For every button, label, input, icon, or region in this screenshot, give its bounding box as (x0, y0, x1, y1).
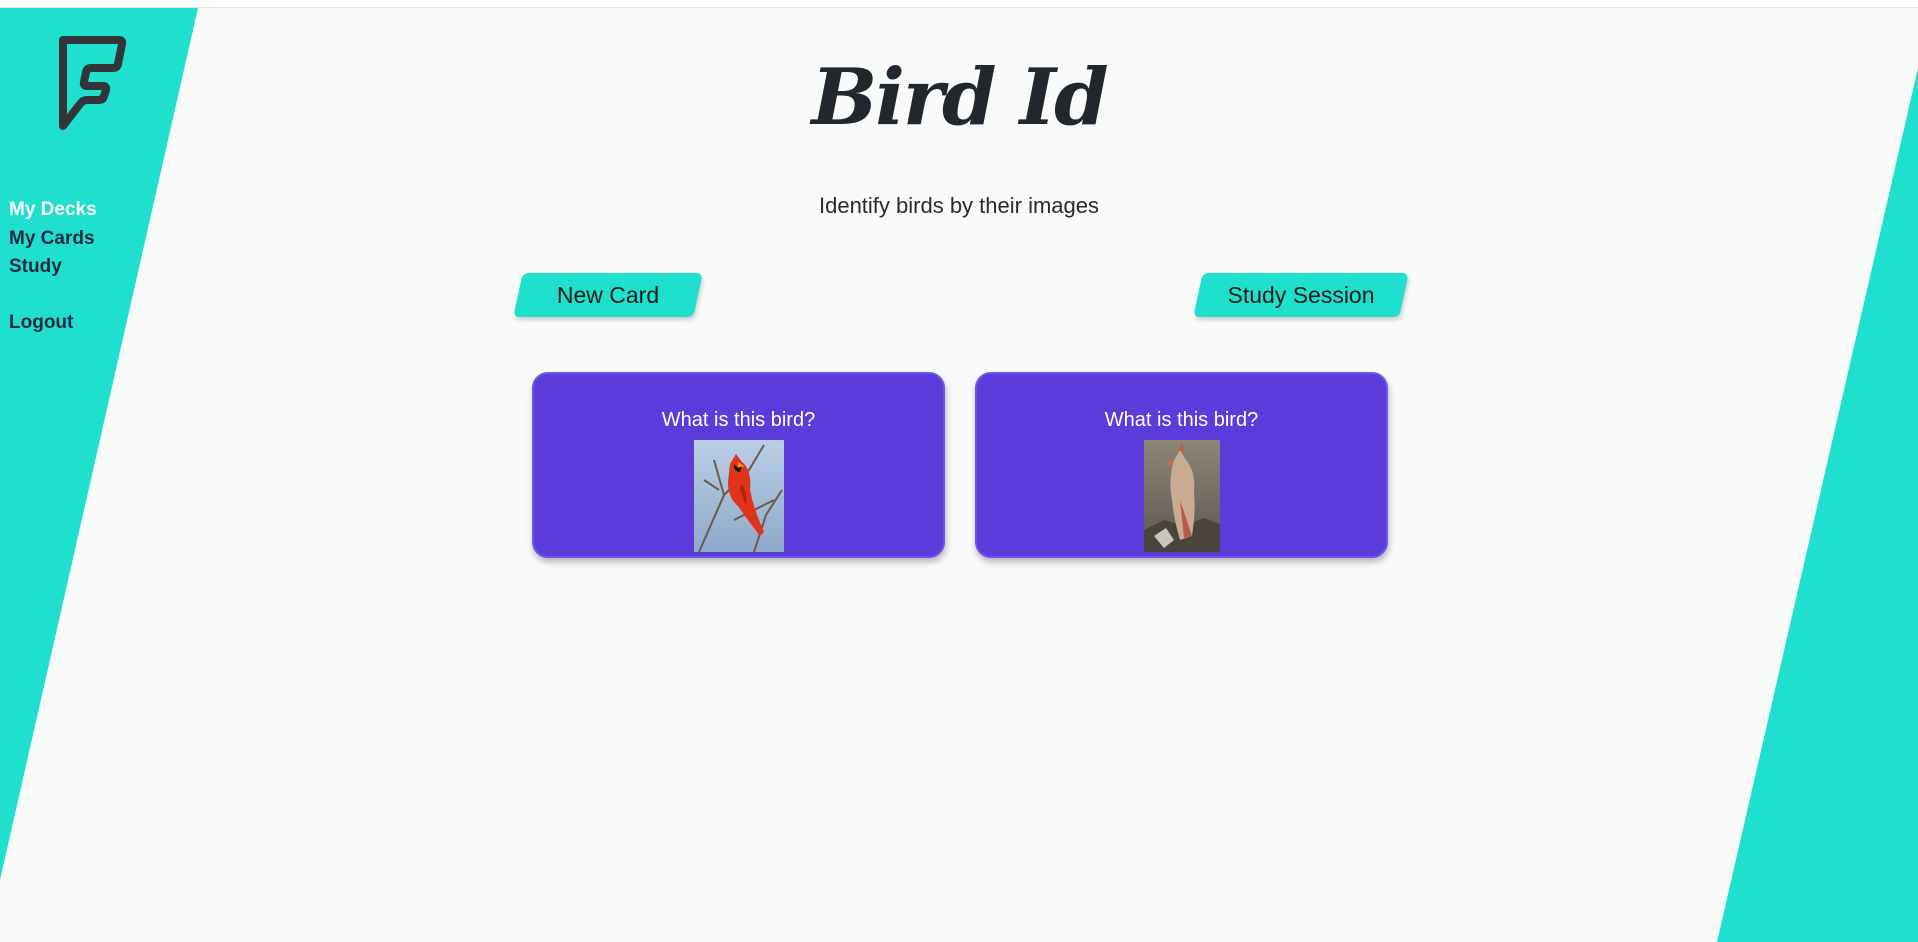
sidebar-item-study[interactable]: Study (9, 253, 97, 282)
flashcard[interactable]: What is this bird? (975, 372, 1388, 558)
male-cardinal-photo (694, 440, 784, 552)
flashcard[interactable]: What is this bird? (532, 372, 945, 558)
card-question: What is this bird? (661, 409, 816, 431)
sidebar-item-logout[interactable]: Logout (9, 309, 97, 338)
card-question: What is this bird? (1104, 409, 1259, 431)
app-window: My Decks My Cards Study Logout Bird Id I… (0, 0, 1918, 942)
new-card-button[interactable]: New Card (513, 273, 703, 317)
new-card-label: New Card (556, 282, 660, 308)
study-session-label: Study Session (1227, 282, 1375, 308)
page-title: Bird Id (811, 52, 1108, 143)
female-cardinal-photo (1144, 440, 1220, 552)
study-session-button[interactable]: Study Session (1193, 273, 1409, 317)
sidebar-item-my-cards[interactable]: My Cards (9, 225, 97, 254)
page-subtitle: Identify birds by their images (818, 193, 1100, 218)
